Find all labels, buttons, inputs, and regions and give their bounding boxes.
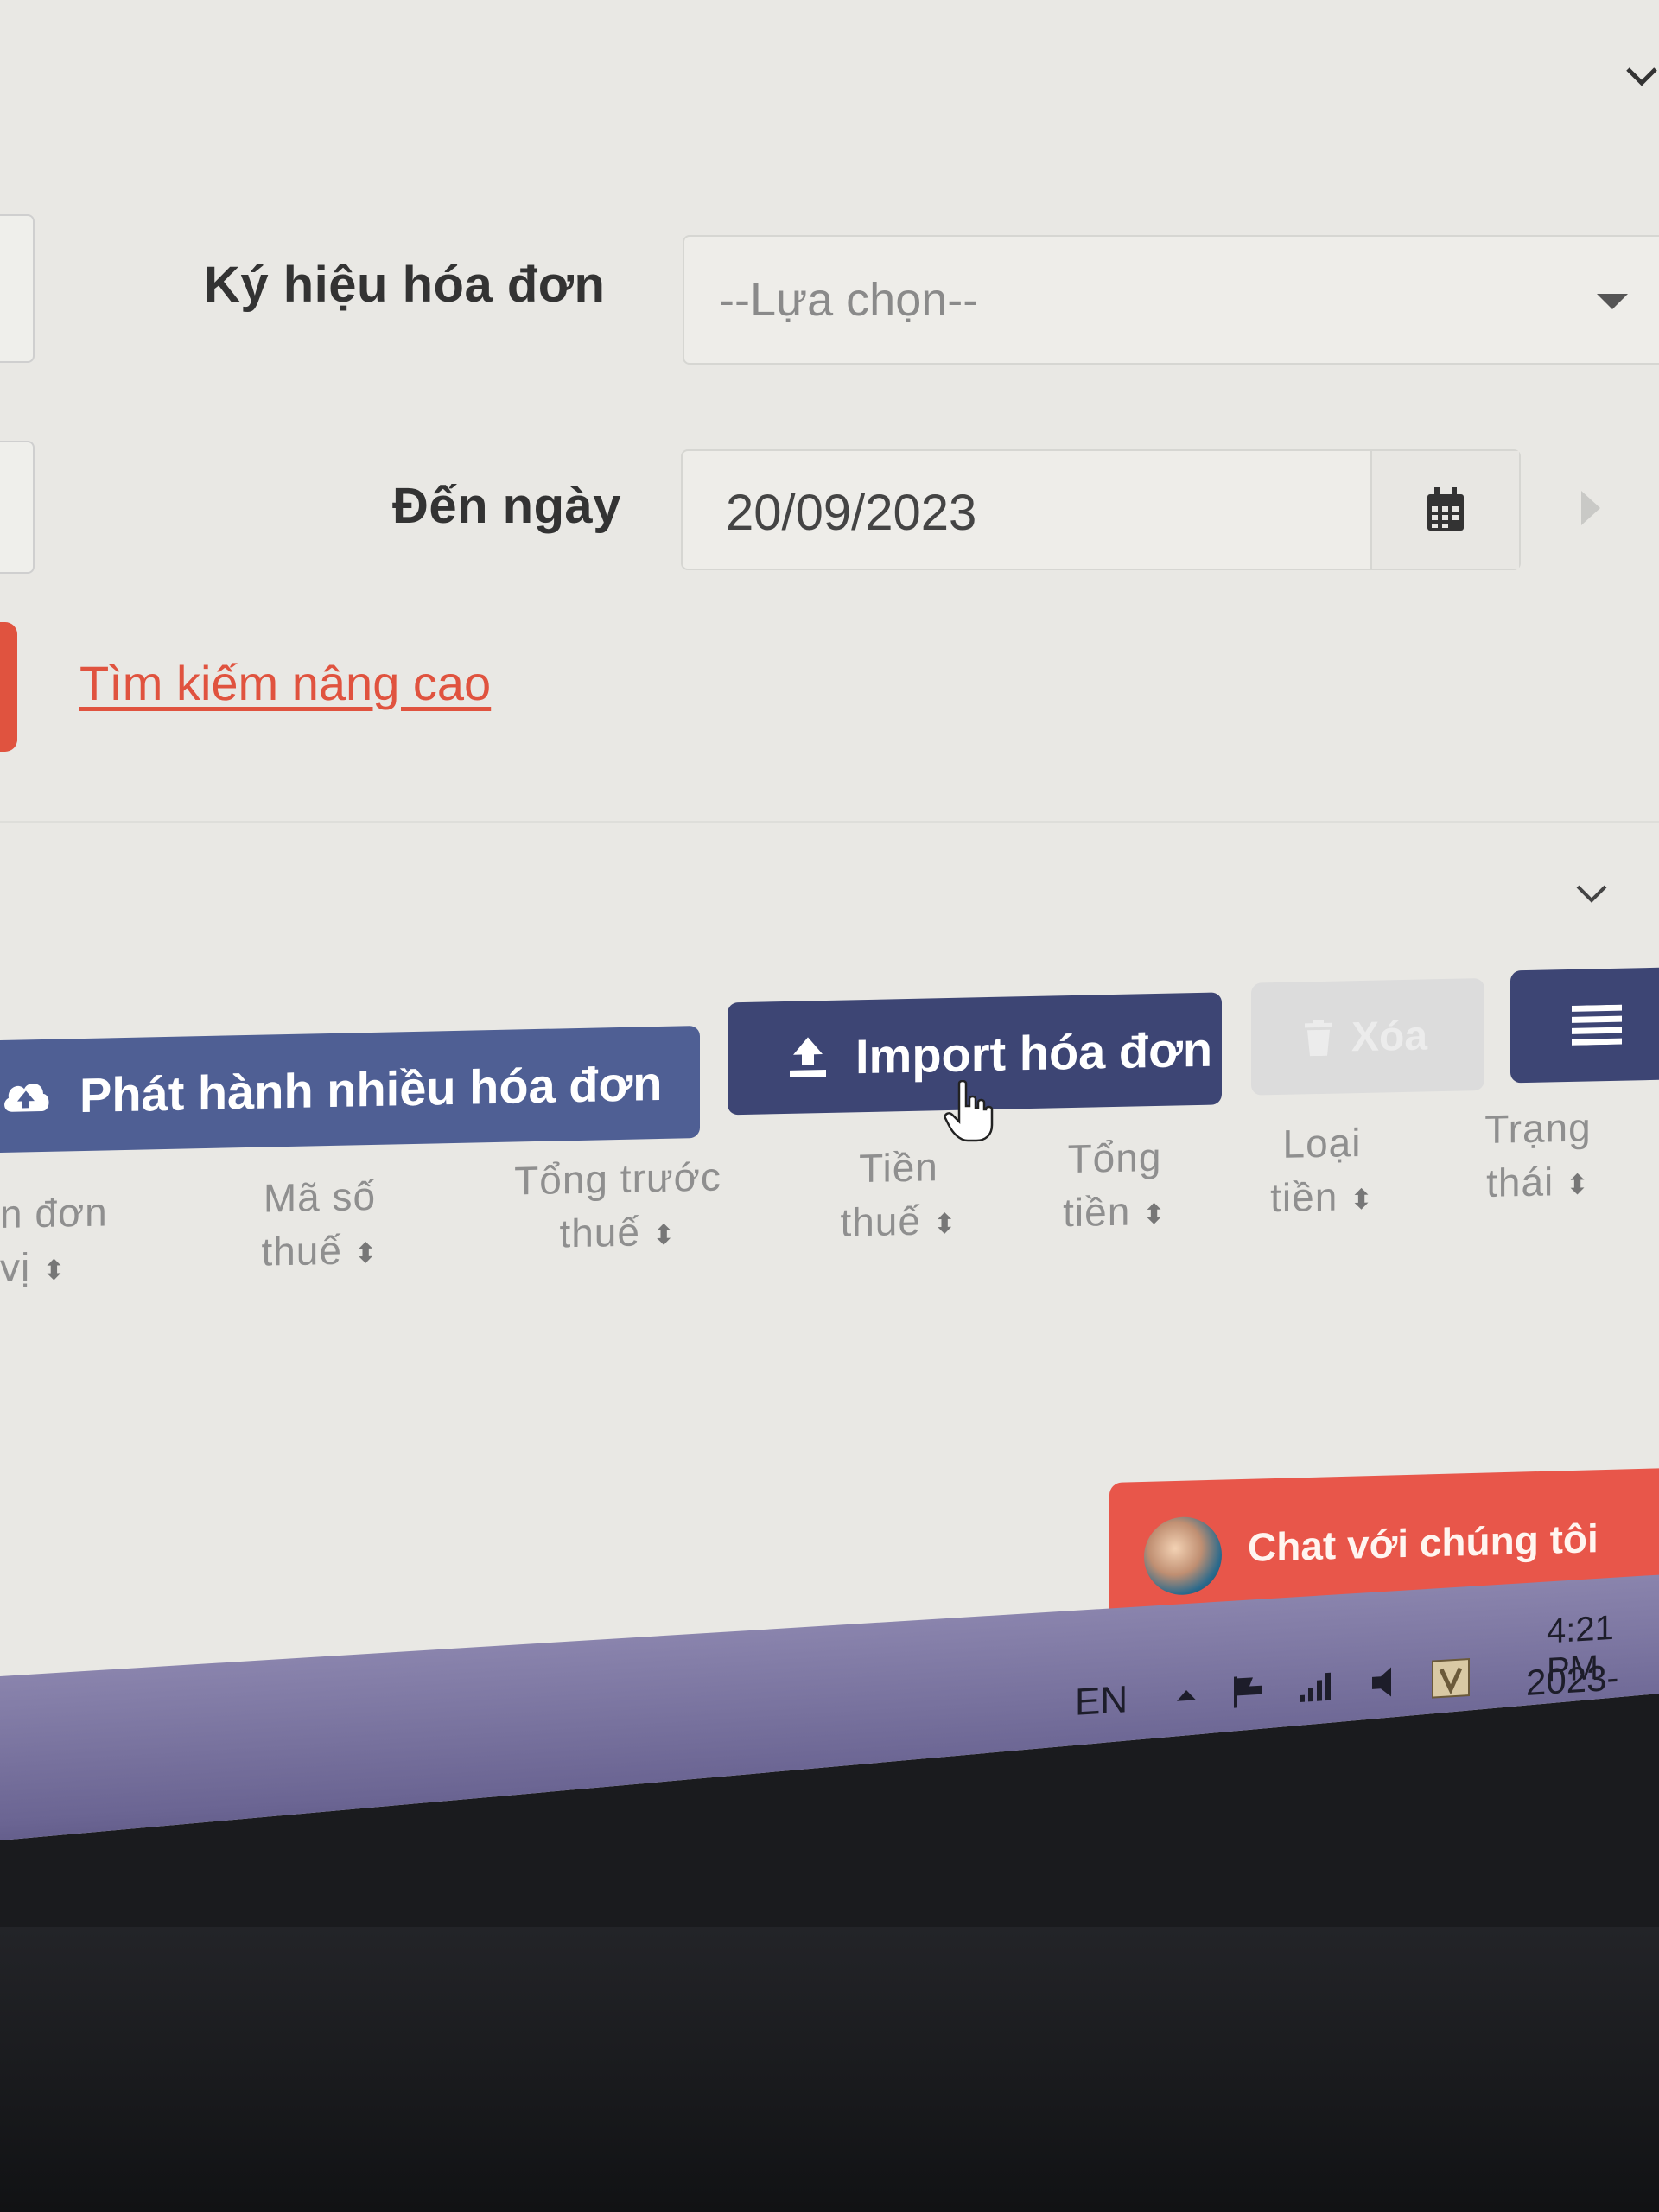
cloud-upload-icon: [0, 1077, 52, 1116]
monitor-bezel: [0, 1927, 1659, 2212]
column-menu-button[interactable]: [1510, 967, 1659, 1084]
invoice-symbol-label: Ký hiệu hóa đơn: [204, 257, 606, 313]
hand-cursor-icon: [944, 1080, 994, 1142]
column-header-line: thuế: [261, 1227, 342, 1274]
sort-icon: ⬍: [932, 1207, 957, 1240]
publish-many-button[interactable]: Phát hành nhiều hóa đơn: [0, 1026, 700, 1154]
column-header-line: vị: [0, 1244, 31, 1290]
delete-label: Xóa: [1351, 1012, 1428, 1060]
side-tab[interactable]: [0, 622, 17, 752]
column-header-line: thuế: [559, 1209, 640, 1256]
app-tray-icon[interactable]: [1429, 1656, 1472, 1701]
column-header-line: Mã số: [263, 1173, 377, 1221]
column-header-subtotal[interactable]: Tổng trước thuế ⬍: [501, 1149, 734, 1264]
column-header-line: Trạng: [1484, 1104, 1592, 1153]
to-date-value: 20/09/2023: [726, 485, 977, 541]
sort-icon: ⬍: [1350, 1183, 1374, 1216]
sort-icon: ⬍: [652, 1218, 677, 1251]
windows-taskbar: EN 4:21 PM 2023-09-: [0, 1574, 1659, 1840]
list-menu-icon: [1572, 1004, 1622, 1046]
upload-icon: [788, 1035, 828, 1079]
column-header-currency[interactable]: Loại tiền ⬍: [1236, 1115, 1408, 1229]
column-header-total[interactable]: Tổng tiền ⬍: [1028, 1129, 1201, 1243]
to-date-label: Đến ngày: [392, 478, 622, 534]
screen: Ký hiệu hóa đơn --Lựa chọn-- Đến ngày 20…: [0, 0, 1659, 1840]
support-avatar: [1144, 1516, 1222, 1596]
action-center-flag-icon[interactable]: [1227, 1668, 1270, 1713]
volume-icon[interactable]: [1365, 1659, 1408, 1705]
column-header-tax-amount[interactable]: Tiền thuế ⬍: [812, 1139, 985, 1253]
column-header-line: Loại: [1282, 1119, 1362, 1166]
column-header-line: thuế: [840, 1198, 921, 1245]
advanced-search-link[interactable]: Tìm kiếm nâng cao: [79, 655, 491, 711]
left-input-edge: [0, 214, 35, 363]
column-header-line: tiền: [1063, 1188, 1131, 1236]
show-hidden-icons-icon[interactable]: [1165, 1671, 1208, 1717]
calendar-icon: [1427, 487, 1464, 531]
invoice-symbol-placeholder: --Lựa chọn--: [719, 274, 979, 326]
language-indicator[interactable]: EN: [1075, 1678, 1128, 1725]
column-header-tax-code[interactable]: Mã số thuế ⬍: [233, 1168, 406, 1282]
sort-icon: ⬍: [1566, 1168, 1590, 1200]
sort-icon: ⬍: [353, 1236, 378, 1269]
import-invoice-label: Import hóa đơn: [855, 1021, 1213, 1084]
calendar-button[interactable]: [1370, 451, 1519, 569]
dropdown-caret-icon: [1597, 294, 1628, 309]
column-header-line: Tổng: [1067, 1134, 1162, 1182]
to-date-field[interactable]: 20/09/2023: [681, 449, 1521, 570]
clock-date[interactable]: 2023-09-: [1526, 1655, 1659, 1745]
section-divider: [0, 821, 1659, 823]
chat-label: Chat với chúng tôi: [1248, 1516, 1599, 1570]
expand-chevron-icon[interactable]: [1573, 874, 1611, 912]
invoice-symbol-select[interactable]: --Lựa chọn--: [683, 235, 1659, 365]
collapse-chevron-icon[interactable]: [1624, 59, 1659, 93]
column-header-line: n đơn: [0, 1189, 108, 1236]
sort-icon: ⬍: [42, 1254, 67, 1286]
column-header-line: Tổng trước: [514, 1154, 721, 1204]
column-header-line: Tiền: [859, 1144, 938, 1192]
table-header-row: n đơn vị ⬍ Mã số thuế ⬍ Tổng trước thuế …: [0, 1104, 1659, 1382]
publish-many-label: Phát hành nhiều hóa đơn: [79, 1055, 663, 1122]
column-header-line: thái: [1486, 1159, 1554, 1205]
sort-icon: ⬍: [1142, 1198, 1166, 1230]
delete-button[interactable]: Xóa: [1251, 978, 1484, 1096]
left-input-edge: [0, 441, 35, 574]
column-header-line: tiền: [1270, 1173, 1338, 1221]
next-arrow-icon[interactable]: [1581, 491, 1600, 525]
trash-icon: [1303, 1019, 1334, 1057]
column-header-unit[interactable]: n đơn vị ⬍: [0, 1185, 130, 1298]
network-signal-icon[interactable]: [1296, 1663, 1339, 1709]
column-header-status[interactable]: Trạng thái ⬍: [1452, 1100, 1624, 1214]
